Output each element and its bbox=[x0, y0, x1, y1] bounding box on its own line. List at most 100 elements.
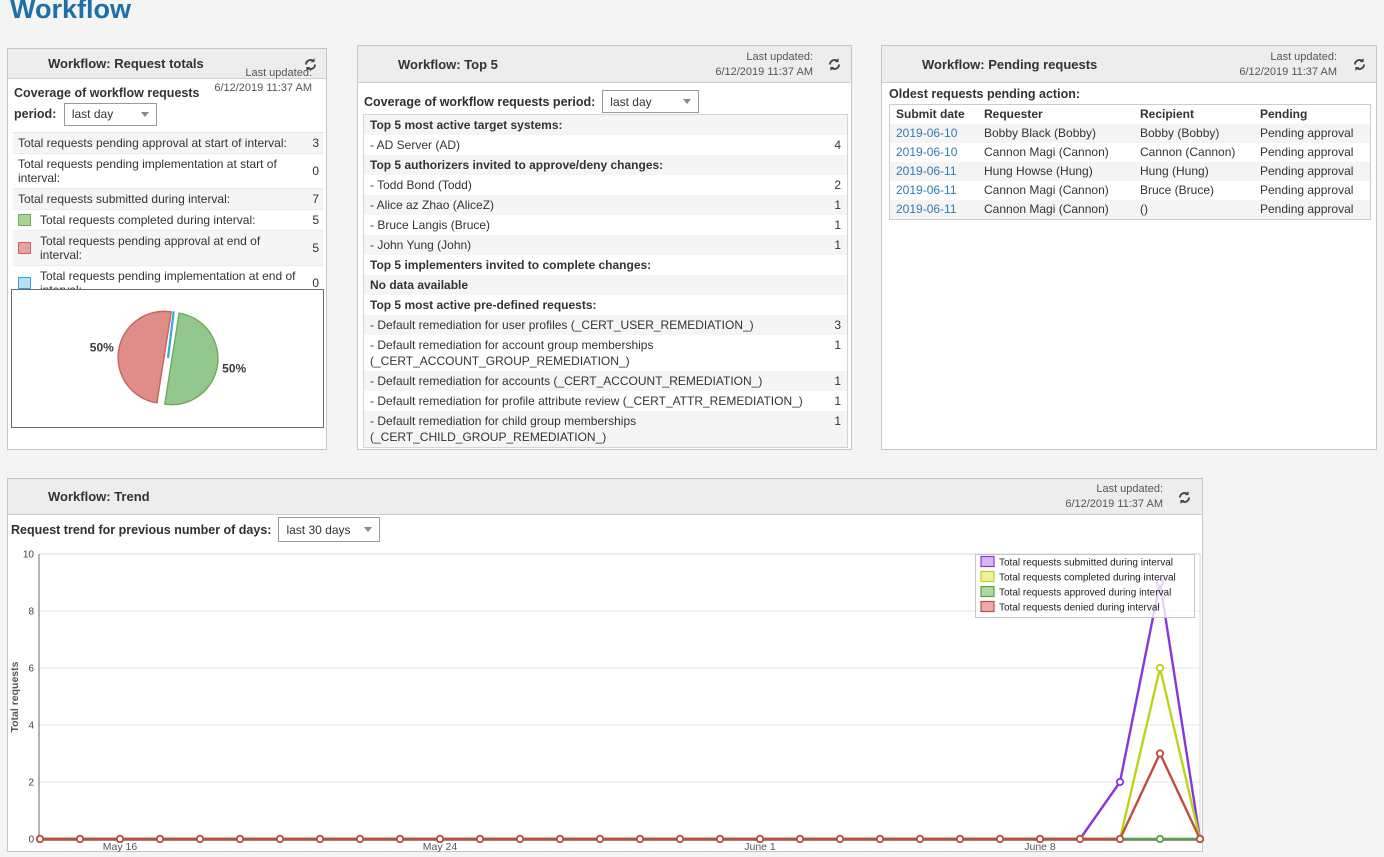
top5-text: Top 5 most active pre-defined requests: bbox=[370, 297, 823, 313]
request-total-value: 5 bbox=[303, 213, 319, 227]
trend-days-filter: Request trend for previous number of day… bbox=[11, 517, 380, 542]
table-cell: Cannon Magi (Cannon) bbox=[978, 200, 1134, 219]
svg-text:10: 10 bbox=[23, 550, 35, 561]
top5-count: 1 bbox=[823, 237, 841, 253]
panel-top5: Workflow: Top 5 Last updated: 6/12/2019 … bbox=[357, 45, 852, 450]
top5-count: 1 bbox=[823, 393, 841, 409]
table-cell: Pending approval bbox=[1254, 143, 1370, 162]
dashboard-page: Workflow Workflow: Request totals Last u… bbox=[0, 0, 1384, 857]
table-cell: Bobby (Bobby) bbox=[1134, 124, 1254, 143]
table-row: 2019-06-11Hung Howse (Hung)Hung (Hung)Pe… bbox=[890, 162, 1370, 181]
request-total-value: 3 bbox=[303, 136, 319, 150]
request-total-label: Total requests pending approval at end o… bbox=[40, 234, 303, 262]
last-updated-label: Last updated: bbox=[214, 66, 312, 81]
request-total-value: 0 bbox=[303, 276, 319, 290]
table-row: 2019-06-11Cannon Magi (Cannon)()Pending … bbox=[890, 200, 1370, 219]
days-select[interactable]: last 30 days bbox=[278, 517, 380, 542]
refresh-icon[interactable] bbox=[1352, 57, 1367, 72]
top5-count: 2 bbox=[823, 177, 841, 193]
submit-date-link[interactable]: 2019-06-11 bbox=[890, 200, 978, 219]
last-updated-label: Last updated: bbox=[1065, 482, 1163, 497]
last-updated: Last updated: 6/12/2019 11:37 AM bbox=[1239, 50, 1337, 80]
last-updated-label: Last updated: bbox=[715, 50, 813, 65]
top5-text: - Alice az Zhao (AliceZ) bbox=[370, 197, 823, 213]
request-total-row: Total requests pending approval at end o… bbox=[13, 231, 324, 266]
request-total-value: 5 bbox=[303, 241, 319, 255]
panel-title: Workflow: Pending requests bbox=[922, 46, 1097, 82]
last-updated: Last updated: 6/12/2019 11:37 AM bbox=[214, 66, 312, 96]
column-header: Requester bbox=[978, 105, 1134, 124]
table-cell: Bobby Black (Bobby) bbox=[978, 124, 1134, 143]
submit-date-link[interactable]: 2019-06-11 bbox=[890, 181, 978, 200]
refresh-icon[interactable] bbox=[1177, 490, 1192, 505]
trend-line-chart: 0246810Total requestsMay 16May 24June 1J… bbox=[8, 541, 1204, 853]
top5-text: - John Yung (John) bbox=[370, 237, 823, 253]
period-select-value: last day bbox=[610, 95, 651, 109]
table-cell: Pending approval bbox=[1254, 181, 1370, 200]
svg-text:4: 4 bbox=[28, 721, 34, 732]
svg-text:Total requests completed durin: Total requests completed during interval bbox=[999, 573, 1176, 584]
request-total-value: 7 bbox=[303, 192, 319, 206]
green-swatch-icon bbox=[18, 214, 31, 226]
panel-title: Workflow: Trend bbox=[48, 479, 150, 514]
request-total-value: 0 bbox=[303, 164, 319, 178]
request-total-label: Total requests pending implementation at… bbox=[18, 157, 303, 185]
top5-row: - AD Server (AD)4 bbox=[364, 135, 847, 155]
panel-pending-header: Workflow: Pending requests Last updated:… bbox=[882, 46, 1376, 83]
period-select[interactable]: last day bbox=[602, 90, 699, 113]
top5-section-header: Top 5 implementers invited to complete c… bbox=[364, 255, 847, 275]
chevron-down-icon bbox=[683, 99, 691, 104]
request-total-row: Total requests pending approval at start… bbox=[13, 133, 324, 154]
submit-date-link[interactable]: 2019-06-10 bbox=[890, 124, 978, 143]
panel-title: Workflow: Request totals bbox=[48, 49, 204, 78]
svg-text:Total requests: Total requests bbox=[9, 661, 21, 732]
svg-text:2: 2 bbox=[28, 778, 34, 789]
last-updated: Last updated: 6/12/2019 11:37 AM bbox=[1065, 482, 1163, 512]
table-cell: Hung (Hung) bbox=[1134, 162, 1254, 181]
refresh-icon[interactable] bbox=[303, 57, 318, 72]
table-cell: Bruce (Bruce) bbox=[1134, 181, 1254, 200]
pending-caption: Oldest requests pending action: bbox=[889, 87, 1080, 101]
period-select[interactable]: last day bbox=[64, 103, 157, 126]
table-cell: Cannon (Cannon) bbox=[1134, 143, 1254, 162]
top5-count: 4 bbox=[823, 137, 841, 153]
refresh-icon[interactable] bbox=[827, 57, 842, 72]
top5-row: - Alice az Zhao (AliceZ)1 bbox=[364, 195, 847, 215]
top5-row: - Default remediation for profile attrib… bbox=[364, 391, 847, 411]
column-header: Submit date bbox=[890, 105, 978, 124]
submit-date-link[interactable]: 2019-06-11 bbox=[890, 162, 978, 181]
column-header: Recipient bbox=[1134, 105, 1254, 124]
top5-text: - Default remediation for account group … bbox=[370, 337, 823, 369]
svg-text:50%: 50% bbox=[222, 361, 246, 375]
top5-section-header: Top 5 most active target systems: bbox=[364, 115, 847, 135]
top5-text: No data available bbox=[370, 277, 823, 293]
request-total-row: Total requests submitted during interval… bbox=[13, 189, 324, 210]
svg-text:6: 6 bbox=[28, 664, 34, 675]
svg-text:50%: 50% bbox=[90, 341, 114, 355]
top5-section-header: Top 5 authorizers invited to approve/den… bbox=[364, 155, 847, 175]
panel-request-totals: Workflow: Request totals Last updated: 6… bbox=[7, 48, 327, 450]
last-updated-value: 6/12/2019 11:37 AM bbox=[715, 65, 813, 80]
request-total-row: Total requests completed during interval… bbox=[13, 210, 324, 231]
svg-text:Total requests approved during: Total requests approved during interval bbox=[999, 588, 1171, 599]
pending-table-header-row: Submit dateRequesterRecipientPending bbox=[890, 105, 1370, 124]
top5-text: - AD Server (AD) bbox=[370, 137, 823, 153]
coverage-period-filter: Coverage of workflow requests period: la… bbox=[14, 84, 236, 126]
top5-row: - Todd Bond (Todd)2 bbox=[364, 175, 847, 195]
svg-text:8: 8 bbox=[28, 607, 34, 618]
panel-pending-requests: Workflow: Pending requests Last updated:… bbox=[881, 45, 1377, 450]
panel-title: Workflow: Top 5 bbox=[398, 46, 498, 82]
table-cell: Pending approval bbox=[1254, 124, 1370, 143]
chevron-down-icon bbox=[364, 527, 372, 532]
top5-text: - Default remediation for profile attrib… bbox=[370, 393, 823, 409]
top5-row: - Default remediation for user profiles … bbox=[364, 315, 847, 335]
top5-row: - John Yung (John)1 bbox=[364, 235, 847, 255]
top5-row: - Default remediation for child group me… bbox=[364, 411, 847, 447]
top5-count: 1 bbox=[823, 197, 841, 213]
request-total-label: Total requests pending approval at start… bbox=[18, 136, 303, 150]
table-cell: Cannon Magi (Cannon) bbox=[978, 143, 1134, 162]
column-header: Pending bbox=[1254, 105, 1370, 124]
top5-text: Top 5 implementers invited to complete c… bbox=[370, 257, 823, 273]
submit-date-link[interactable]: 2019-06-10 bbox=[890, 143, 978, 162]
top5-row: - Bruce Langis (Bruce)1 bbox=[364, 215, 847, 235]
